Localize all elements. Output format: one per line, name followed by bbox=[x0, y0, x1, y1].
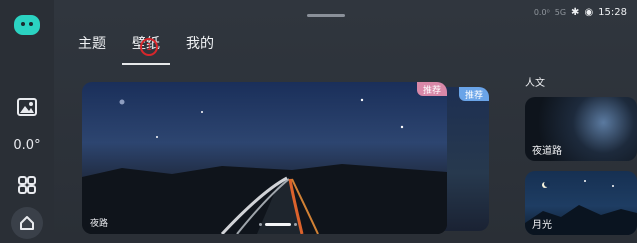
thumb-label: 月光 bbox=[532, 220, 552, 231]
tab-marker: 1 bbox=[140, 38, 158, 56]
home-icon bbox=[11, 207, 43, 239]
tab-mine[interactable]: 我的 bbox=[186, 33, 214, 59]
recommend-badge: 推荐 bbox=[416, 82, 447, 96]
left-dock: 0.0° bbox=[0, 0, 54, 243]
pager-dot[interactable] bbox=[259, 223, 262, 226]
status-time: 15:28 bbox=[598, 7, 627, 18]
wallpaper-icon[interactable] bbox=[0, 94, 54, 120]
wallpaper-thumb-night-road[interactable]: 夜道路 bbox=[525, 97, 637, 161]
pager-dot[interactable] bbox=[294, 223, 297, 226]
tab-theme[interactable]: 主题 bbox=[78, 33, 106, 59]
section-title: 人文 bbox=[525, 78, 545, 89]
drag-handle[interactable] bbox=[307, 14, 345, 17]
wallpaper-page: 0.0⁰ 5G ✱ ◉ 15:28 主题 壁纸 我的 1 推荐 推荐 夜路 人文… bbox=[54, 0, 637, 243]
home-button[interactable] bbox=[0, 206, 54, 240]
thumb-label: 夜道路 bbox=[532, 146, 562, 157]
featured-wallpaper-card[interactable]: 推荐 夜路 bbox=[82, 82, 447, 234]
pager-dot-active[interactable] bbox=[265, 223, 291, 226]
night-road-artwork bbox=[82, 98, 447, 234]
wifi-icon: ◉ bbox=[584, 7, 594, 18]
status-speed: 0.0⁰ bbox=[533, 8, 550, 17]
temperature-readout[interactable]: 0.0° bbox=[0, 133, 54, 157]
apps-grid-icon[interactable] bbox=[0, 172, 54, 198]
recommend-badge-secondary: 推荐 bbox=[458, 87, 489, 101]
status-network: 5G bbox=[554, 8, 567, 17]
wallpaper-thumb-moonlight[interactable]: 月光 bbox=[525, 171, 637, 235]
status-bar: 0.0⁰ 5G ✱ ◉ 15:28 bbox=[534, 7, 627, 18]
assistant-logo-icon[interactable] bbox=[0, 10, 54, 40]
bluetooth-icon: ✱ bbox=[571, 7, 580, 18]
carousel-pager[interactable] bbox=[259, 223, 297, 226]
wallpaper-title: 夜路 bbox=[90, 219, 109, 229]
